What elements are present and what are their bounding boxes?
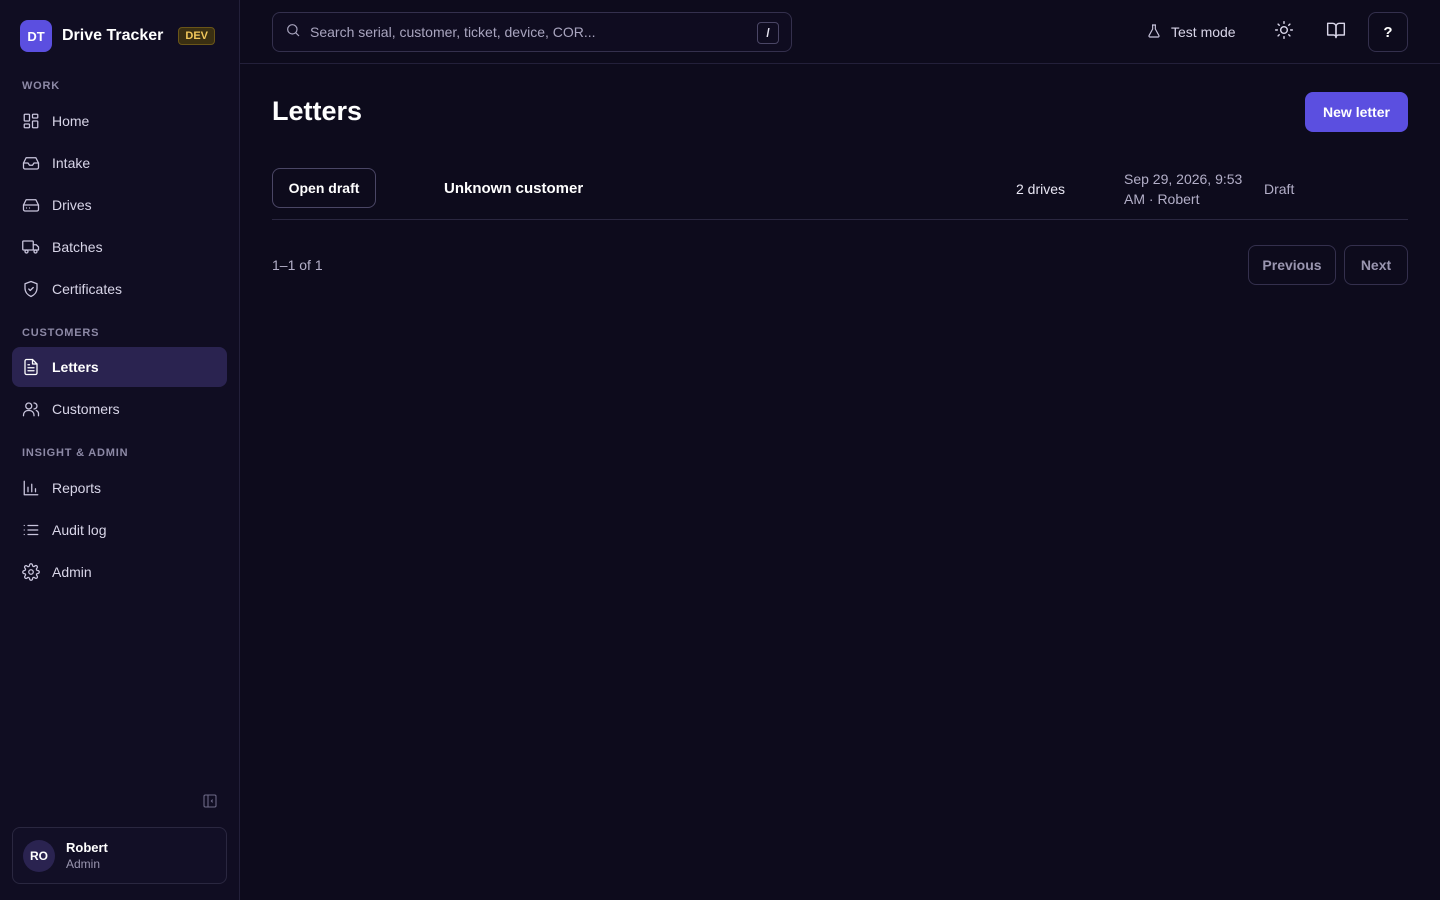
user-meta: Robert Admin: [66, 840, 108, 872]
sidebar-item-reports[interactable]: Reports: [12, 468, 227, 508]
page-title: Letters: [272, 96, 363, 126]
inbox-icon: [22, 154, 40, 172]
sidebar-item-label: Home: [52, 113, 90, 129]
sidebar-item-label: Audit log: [52, 522, 107, 538]
brand[interactable]: DT Drive Tracker DEV: [20, 20, 216, 52]
users-icon: [22, 400, 40, 418]
hard-drive-icon: [22, 196, 40, 214]
theme-toggle-button[interactable]: [1264, 12, 1304, 52]
flask-icon: [1146, 23, 1171, 42]
sidebar-item-letters[interactable]: Letters: [12, 347, 227, 387]
env-badge: DEV: [178, 27, 216, 45]
table-row: Open draft Unknown customer 2 drives Sep…: [272, 156, 1408, 220]
letter-date: Sep 29, 2026, 9:53 AM · Robert: [1124, 169, 1244, 209]
sidebar-item-audit-log[interactable]: Audit log: [12, 510, 227, 550]
sidebar-item-label: Intake: [52, 155, 91, 171]
truck-icon: [22, 238, 40, 256]
pagination-count: 1–1 of 1: [272, 257, 323, 273]
avatar: RO: [23, 839, 55, 872]
test-mode-label: Test mode: [1171, 24, 1236, 40]
search-box[interactable]: /: [272, 12, 792, 52]
sidebar-item-batches[interactable]: Batches: [12, 227, 227, 267]
sun-icon: [1274, 20, 1294, 45]
book-open-icon: [1326, 20, 1346, 45]
sidebar-item-customers[interactable]: Customers: [12, 389, 227, 429]
sidebar: DT Drive Tracker DEV WORK Home Intake Dr…: [0, 0, 240, 900]
section-label-customers: CUSTOMERS: [22, 327, 100, 339]
sidebar-item-drives[interactable]: Drives: [12, 185, 227, 225]
sidebar-item-label: Customers: [52, 401, 120, 417]
letter-customer[interactable]: Unknown customer: [444, 180, 583, 197]
user-card[interactable]: RO Robert Admin: [12, 827, 227, 884]
sidebar-item-label: Batches: [52, 239, 103, 255]
grid-icon: [22, 112, 40, 130]
sidebar-item-label: Drives: [52, 197, 92, 213]
sidebar-item-intake[interactable]: Intake: [12, 143, 227, 183]
sidebar-item-label: Admin: [52, 564, 92, 580]
previous-page-button[interactable]: Previous: [1248, 245, 1336, 285]
main-content: / Test mode ? Letters New letter: [240, 0, 1440, 900]
shield-check-icon: [22, 280, 40, 298]
search-icon: [285, 22, 301, 43]
new-letter-button[interactable]: New letter: [1305, 92, 1408, 132]
collapse-sidebar-icon[interactable]: [202, 793, 220, 811]
test-mode-toggle[interactable]: Test mode: [1146, 20, 1236, 44]
sidebar-item-label: Letters: [52, 359, 99, 375]
sidebar-item-label: Reports: [52, 480, 102, 496]
app: DT Drive Tracker DEV WORK Home Intake Dr…: [0, 0, 1440, 900]
letter-author-line: AM · Robert: [1124, 191, 1200, 207]
user-role: Admin: [66, 856, 101, 871]
status-badge: Draft: [1264, 181, 1295, 197]
sidebar-item-label: Certificates: [52, 281, 123, 297]
section-label-insight-admin: INSIGHT & ADMIN: [22, 447, 129, 459]
letter-drive-count: 2 drives: [1016, 181, 1066, 197]
document-icon: [22, 358, 40, 376]
search-input[interactable]: [310, 24, 740, 40]
docs-button[interactable]: [1316, 12, 1356, 52]
section-label-work: WORK: [22, 80, 61, 92]
gear-icon: [22, 563, 40, 581]
list-icon: [22, 521, 40, 539]
sidebar-item-home[interactable]: Home: [12, 101, 227, 141]
letter-date-line: Sep 29, 2026, 9:53: [1124, 171, 1243, 187]
sidebar-item-admin[interactable]: Admin: [12, 552, 227, 592]
open-draft-button[interactable]: Open draft: [272, 168, 376, 208]
user-name: Robert: [66, 839, 108, 855]
brand-logo: DT: [20, 20, 52, 52]
bar-chart-icon: [22, 479, 40, 497]
brand-name: Drive Tracker: [62, 27, 164, 44]
help-button[interactable]: ?: [1368, 12, 1408, 52]
next-page-button[interactable]: Next: [1344, 245, 1408, 285]
search-shortcut-key: /: [757, 22, 779, 44]
sidebar-item-certificates[interactable]: Certificates: [12, 269, 227, 309]
topbar: / Test mode ?: [240, 0, 1440, 64]
